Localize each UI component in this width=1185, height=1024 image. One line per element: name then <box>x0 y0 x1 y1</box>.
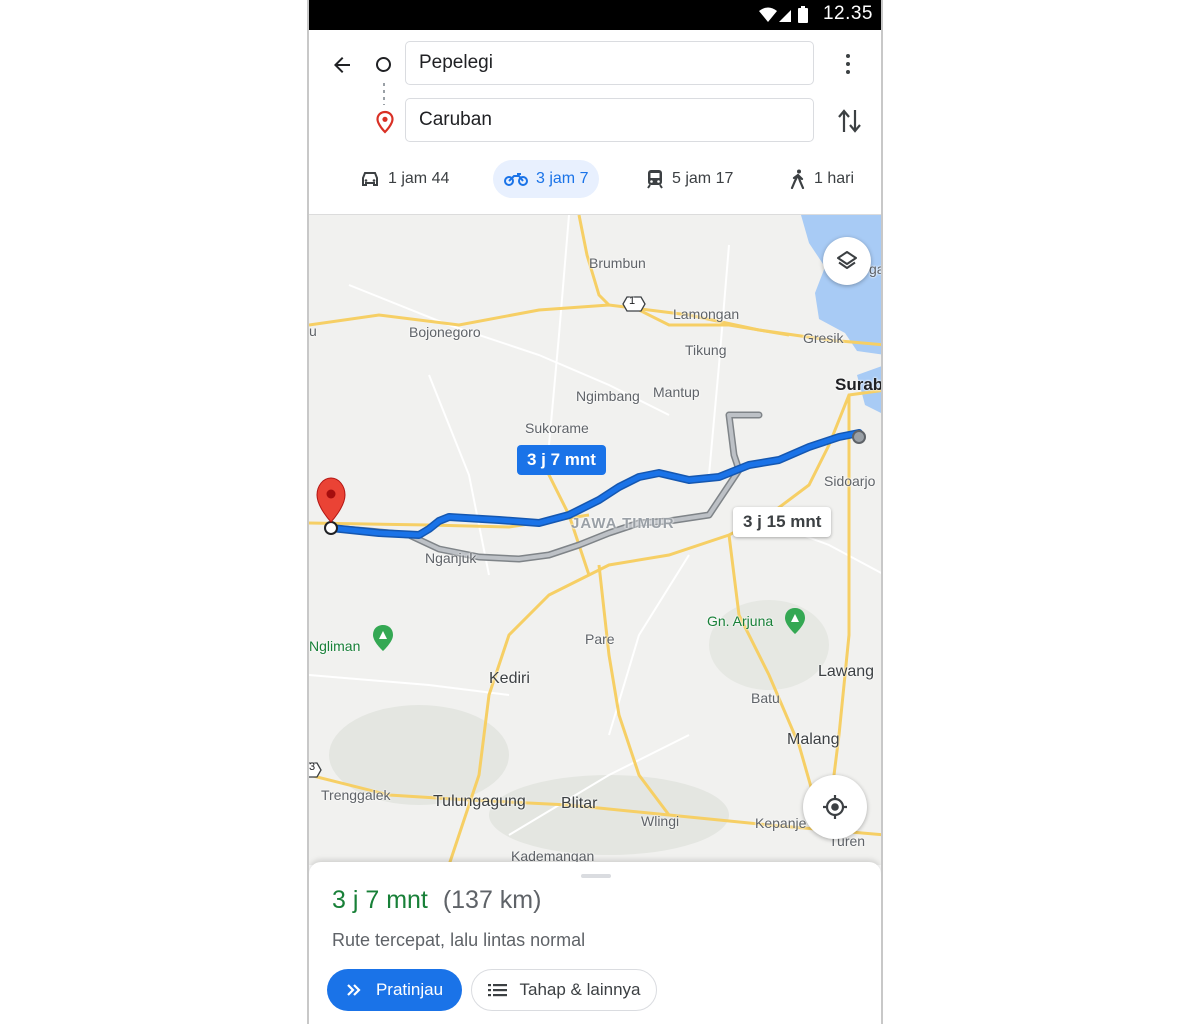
map-label-batu: Batu <box>751 690 780 706</box>
tab-car[interactable]: 1 jam 44 <box>349 160 460 198</box>
more-options-icon[interactable] <box>837 48 859 80</box>
alt-route-duration-badge[interactable]: 3 j 15 mnt <box>733 507 832 537</box>
main-route-duration-badge[interactable]: 3 j 7 mnt <box>517 445 606 475</box>
road-number-3: 3 <box>309 761 316 773</box>
tab-motorcycle-label: 3 jam 7 <box>536 170 589 187</box>
map-label-malang: Malang <box>787 731 840 748</box>
arrow-back-icon <box>334 57 350 73</box>
preview-button-label: Pratinjau <box>375 980 444 999</box>
route-distance: (137 km) <box>442 886 542 914</box>
route-description: Rute tercepat, lalu lintas normal <box>332 930 586 950</box>
map-view[interactable]: 1 3 Brumbun Lamongan Bojonegoro Tikung G… <box>309 215 881 865</box>
map-label-gn-arjuna: Gn. Arjuna <box>707 613 774 629</box>
status-bar: 12.35 <box>309 0 881 30</box>
map-label-trenggalek: Trenggalek <box>321 787 391 803</box>
map-label-ngimbang: Ngimbang <box>576 388 640 404</box>
directions-header: Pepelegi Caruban 1 jam 44 3 jam 7 5 jam … <box>309 30 881 215</box>
phone-screen: 12.35 Pepelegi Caruban 1 jam 44 3 jam 7 … <box>307 0 883 1024</box>
map-label-wlingi: Wlingi <box>641 813 680 829</box>
map-label-lawang: Lawang <box>818 663 875 680</box>
map-label-kepanjen: Kepanje <box>755 815 807 831</box>
my-location-button[interactable] <box>803 775 867 839</box>
map-label-bojonegoro: Bojonegoro <box>409 324 481 340</box>
destination-pin-icon <box>374 110 396 139</box>
route-connector <box>383 83 385 105</box>
route-bottom-sheet[interactable]: 3 j 7 mnt (137 km) Rute tercepat, lalu l… <box>309 862 881 1024</box>
map-label-kediri: Kediri <box>489 670 530 687</box>
map-label-tikung: Tikung <box>685 342 727 358</box>
map-label-blitar: Blitar <box>561 795 598 812</box>
map-label-edge-u: u <box>309 323 317 339</box>
map-label-sidoarjo: Sidoarjo <box>824 473 876 489</box>
steps-button-label: Tahap & lainnya <box>519 980 641 999</box>
route-summary: 3 j 7 mnt (137 km) <box>332 886 541 915</box>
travel-mode-tabs: 1 jam 44 3 jam 7 5 jam 17 1 hari <box>309 158 881 202</box>
tab-walk[interactable]: 1 hari <box>779 160 865 198</box>
swap-icon[interactable] <box>836 106 864 136</box>
park-marker-icon <box>373 625 393 651</box>
motorcycle-icon <box>504 173 528 186</box>
status-icons <box>757 5 817 30</box>
train-icon <box>647 170 663 189</box>
tab-car-label: 1 jam 44 <box>388 170 450 187</box>
back-button[interactable] <box>325 50 359 80</box>
map-label-gresik: Gresik <box>803 330 844 346</box>
layers-icon <box>837 251 857 269</box>
road-number-1: 1 <box>629 295 636 307</box>
car-icon <box>362 172 378 186</box>
map-label-tulungagung: Tulungagung <box>433 793 526 810</box>
origin-marker[interactable] <box>852 430 866 444</box>
signal-icon <box>779 10 791 22</box>
destination-pin-marker[interactable] <box>316 477 346 523</box>
map-label-nganjuk: Nganjuk <box>425 550 477 566</box>
map-label-brumbun: Brumbun <box>589 255 646 271</box>
origin-circle-icon <box>376 57 391 72</box>
preview-button[interactable]: Pratinjau <box>327 969 462 1011</box>
tab-walk-label: 1 hari <box>814 170 855 187</box>
map-label-pare: Pare <box>585 631 615 647</box>
map-label-jawa-timur: JAWA TIMUR <box>571 515 675 532</box>
status-time: 12.35 <box>822 3 873 24</box>
walk-icon <box>790 169 805 189</box>
double-chevron-icon <box>347 984 361 996</box>
map-label-lamongan: Lamongan <box>673 306 740 322</box>
map-canvas <box>309 215 881 865</box>
map-label-sukorame: Sukorame <box>525 420 589 436</box>
origin-field[interactable]: Pepelegi <box>405 41 814 85</box>
map-label-surabaya: Surab <box>835 375 881 394</box>
route-duration: 3 j 7 mnt <box>332 886 428 914</box>
battery-icon <box>798 8 808 23</box>
tab-transit-label: 5 jam 17 <box>672 170 734 187</box>
destination-circle[interactable] <box>324 521 338 535</box>
list-icon <box>487 984 507 997</box>
tab-transit[interactable]: 5 jam 17 <box>635 160 744 198</box>
wifi-icon <box>759 7 777 22</box>
destination-field[interactable]: Caruban <box>405 98 814 142</box>
map-label-ngliman: Ngliman <box>309 638 361 654</box>
map-label-mantup: Mantup <box>653 384 700 400</box>
layers-button[interactable] <box>823 237 871 285</box>
my-location-icon <box>823 795 847 819</box>
steps-button[interactable]: Tahap & lainnya <box>471 969 657 1011</box>
tab-motorcycle[interactable]: 3 jam 7 <box>493 160 600 198</box>
sheet-drag-handle[interactable] <box>581 874 611 878</box>
